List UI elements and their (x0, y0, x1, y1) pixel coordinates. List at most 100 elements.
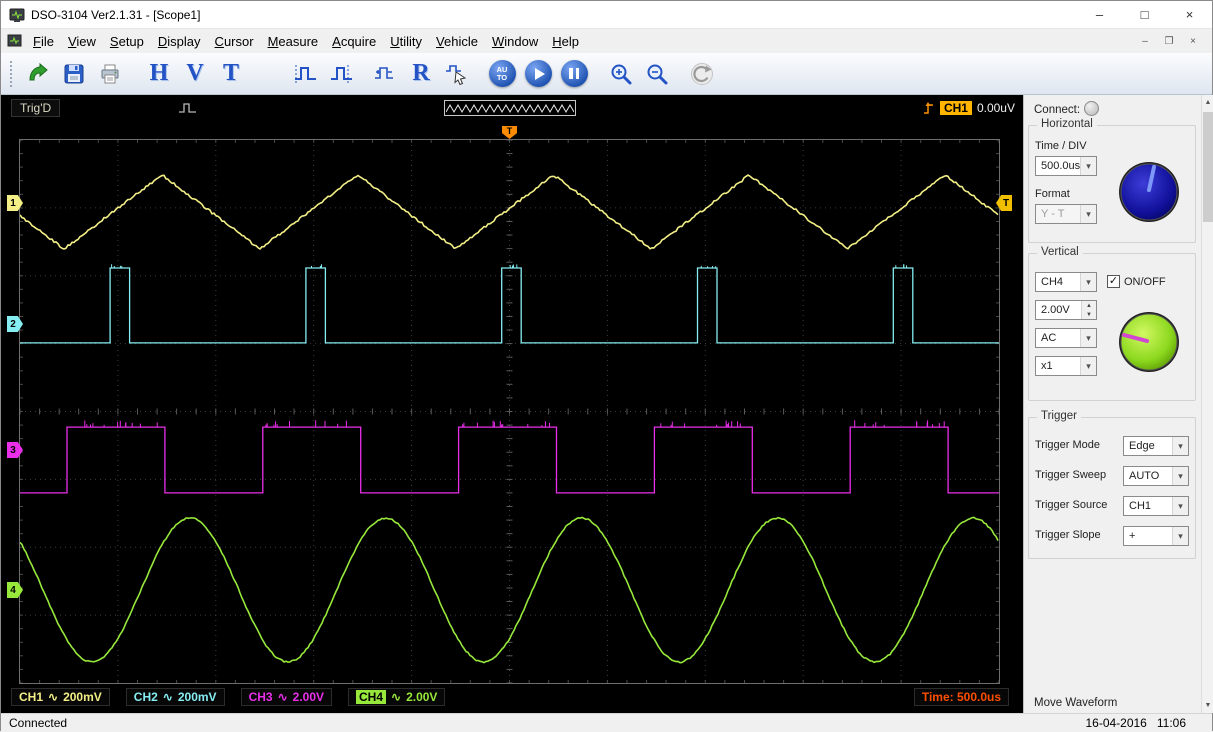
pulse-measure-button[interactable] (325, 57, 359, 91)
trigger-position-marker[interactable]: T (502, 126, 517, 139)
autoset-label-line2: TO (496, 72, 508, 82)
connect-led-indicator[interactable] (1084, 101, 1099, 116)
trigger-sweep-value: AUTO (1129, 470, 1160, 482)
spin-down-icon[interactable]: ▼ (1082, 310, 1096, 319)
format-select[interactable]: Y - T ▾ (1035, 204, 1097, 224)
trigger-slope-select[interactable]: + ▾ (1123, 526, 1189, 546)
waveform-display[interactable]: T T 1234 (7, 126, 1012, 684)
coupling-select[interactable]: AC ▾ (1035, 328, 1097, 348)
autoset-button[interactable]: AU TO (485, 57, 519, 91)
zoom-out-button[interactable] (640, 57, 674, 91)
pause-button[interactable] (557, 57, 591, 91)
chevron-down-icon[interactable]: ▾ (1172, 437, 1188, 455)
scope-status-bar: Trig'D CH1 0.00uV (1, 97, 1023, 119)
move-waveform-label: Move Waveform (1034, 697, 1118, 709)
readout-ch4[interactable]: CH4 ∿ 2.00V (348, 688, 446, 706)
menu-item-display[interactable]: Display (151, 31, 208, 52)
minimize-button[interactable]: – (1077, 1, 1122, 28)
scroll-down-icon[interactable]: ▼ (1202, 698, 1213, 713)
readout-ch3[interactable]: CH3 ∿ 2.00V (240, 688, 332, 706)
maximize-button[interactable]: □ (1122, 1, 1167, 28)
trigger-status: Trig'D (11, 99, 61, 117)
channel-readout-bar: CH1 ∿ 200mV CH2 ∿ 200mV CH3 ∿ 2.00V CH4 ∿ 2.00V Tim… (1, 685, 1023, 709)
horizontal-setup-button[interactable]: H (142, 57, 176, 91)
vertical-scale-spinner[interactable]: 2.00V ▲ ▼ (1035, 300, 1097, 320)
time-readout: Time: 500.0us (913, 688, 1009, 706)
status-date: 16-04-2016 (1085, 716, 1147, 730)
letter-v-icon: V (186, 60, 204, 86)
status-time: 11:06 (1156, 716, 1186, 730)
math-button[interactable] (368, 57, 402, 91)
trigger-source-select[interactable]: CH1 ▾ (1123, 496, 1189, 516)
pulse-preview-icon (179, 103, 197, 113)
status-bar: Connected 16-04-2016 11:06 (1, 713, 1212, 732)
menu-item-measure[interactable]: Measure (261, 31, 326, 52)
refresh-button[interactable] (685, 57, 719, 91)
readout-ch1[interactable]: CH1 ∿ 200mV (11, 688, 110, 706)
trigger-source-badge[interactable]: CH1 (939, 101, 972, 115)
horizontal-knob[interactable] (1117, 160, 1181, 224)
menu-item-utility[interactable]: Utility (383, 31, 429, 52)
time-div-select[interactable]: 500.0us ▾ (1035, 156, 1097, 176)
vertical-setup-button[interactable]: V (178, 57, 212, 91)
chevron-down-icon[interactable]: ▾ (1172, 467, 1188, 485)
panel-scrollbar[interactable]: ▲ ▼ (1201, 95, 1213, 713)
trigger-source-label: Trigger Source (1035, 499, 1108, 511)
connect-button[interactable] (21, 57, 55, 91)
chevron-down-icon[interactable]: ▾ (1080, 273, 1096, 291)
pause-icon (560, 60, 588, 87)
vertical-knob[interactable] (1117, 310, 1181, 374)
menu-item-cursor[interactable]: Cursor (208, 31, 261, 52)
cursor-measure-button[interactable] (440, 57, 474, 91)
menu-items: File View Setup Display Cursor Measure Acquire… (26, 31, 586, 52)
save-button[interactable] (57, 57, 91, 91)
reference-button[interactable]: R (404, 57, 438, 91)
status-datetime: 16-04-2016 11:06 (1085, 716, 1186, 730)
scroll-up-icon[interactable]: ▲ (1202, 95, 1213, 110)
spin-up-icon[interactable]: ▲ (1082, 301, 1096, 310)
scrollbar-thumb[interactable] (1203, 112, 1213, 222)
vertical-group-title: Vertical (1037, 246, 1083, 258)
menu-item-window[interactable]: Window (485, 31, 545, 52)
toolbar-grip[interactable] (10, 60, 15, 87)
menu-item-view[interactable]: View (61, 31, 103, 52)
menu-item-vehicle[interactable]: Vehicle (429, 31, 485, 52)
print-button[interactable] (93, 57, 127, 91)
trigger-setup-button[interactable]: T (214, 57, 248, 91)
mdi-restore-button[interactable]: ❐ (1158, 32, 1180, 50)
mdi-minimize-button[interactable]: – (1134, 32, 1156, 50)
menu-item-help[interactable]: Help (545, 31, 586, 52)
readout-ch2[interactable]: CH2 ∿ 200mV (125, 688, 225, 706)
chevron-down-icon[interactable]: ▾ (1080, 357, 1096, 375)
window-title: DSO-3104 Ver2.1.31 - [Scope1] (31, 7, 201, 22)
vertical-group: Vertical CH4 ▾ ✓ ON/OFF 2.00V ▲ ▼ AC ▾ x… (1028, 246, 1196, 401)
chevron-down-icon[interactable]: ▾ (1172, 527, 1188, 545)
zoom-in-button[interactable] (604, 57, 638, 91)
menu-item-acquire[interactable]: Acquire (325, 31, 383, 52)
channel-onoff-checkbox[interactable]: ✓ (1107, 275, 1120, 288)
trigger-sweep-select[interactable]: AUTO ▾ (1123, 466, 1189, 486)
mdi-window-controls: – ❐ × (1134, 32, 1204, 50)
close-button[interactable]: × (1167, 1, 1212, 28)
menu-item-file[interactable]: File (26, 31, 61, 52)
run-button[interactable] (521, 57, 555, 91)
horizontal-position-slider[interactable] (444, 100, 576, 116)
waveform-thumbnail-icon (446, 103, 574, 113)
vertical-channel-value: CH4 (1041, 276, 1064, 288)
chevron-down-icon[interactable]: ▾ (1080, 205, 1096, 223)
vertical-scale-value: 2.00V (1041, 304, 1070, 316)
chevron-down-icon[interactable]: ▾ (1080, 157, 1096, 175)
pulse-button[interactable] (289, 57, 323, 91)
chevron-down-icon[interactable]: ▾ (1172, 497, 1188, 515)
vertical-channel-select[interactable]: CH4 ▾ (1035, 272, 1097, 292)
main-area: Trig'D CH1 0.00uV T T 1234 CH1 ∿ 200mV CH2 ∿… (1, 95, 1213, 713)
chevron-down-icon[interactable]: ▾ (1080, 329, 1096, 347)
trigger-level-readout: 0.00uV (976, 101, 1015, 115)
menu-item-setup[interactable]: Setup (103, 31, 151, 52)
spinner-buttons: ▲ ▼ (1081, 301, 1096, 319)
probe-select[interactable]: x1 ▾ (1035, 356, 1097, 376)
trigger-mode-label: Trigger Mode (1035, 439, 1101, 451)
mdi-close-button[interactable]: × (1182, 32, 1204, 50)
trigger-mode-select[interactable]: Edge ▾ (1123, 436, 1189, 456)
trigger-group: Trigger Trigger Mode Edge ▾ Trigger Swee… (1028, 410, 1196, 559)
